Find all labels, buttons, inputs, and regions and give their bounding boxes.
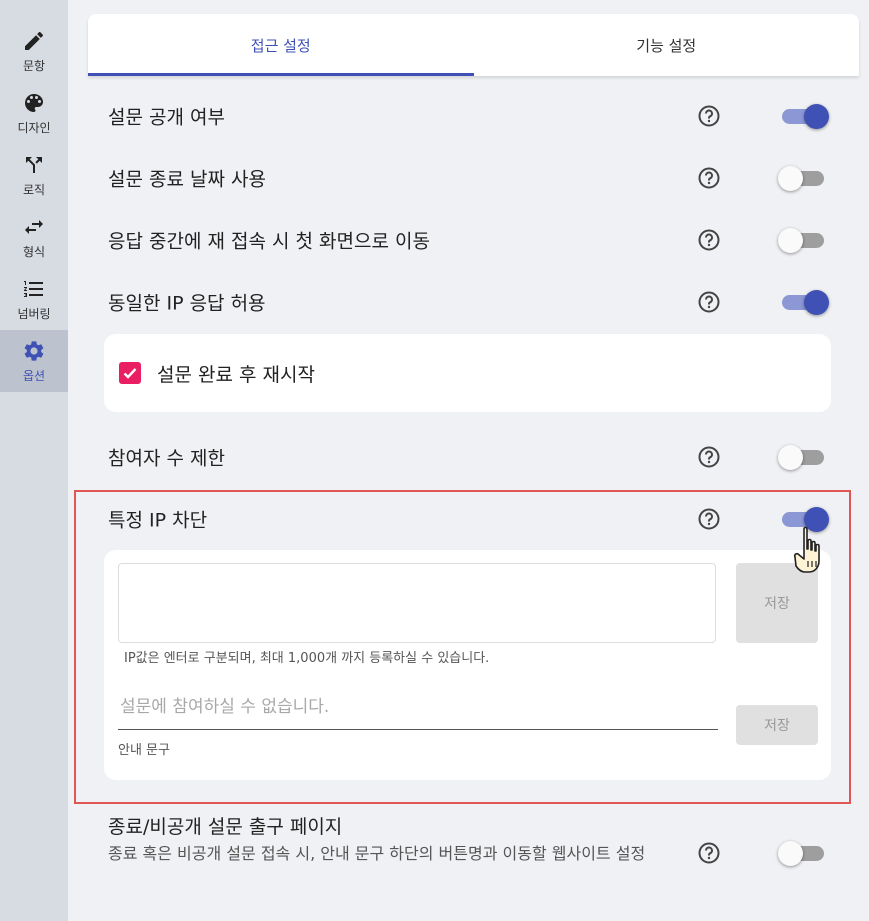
numbered-list-icon — [21, 276, 47, 302]
help-icon[interactable] — [698, 508, 720, 530]
setting-row-limit: 참여자 수 제한 — [108, 437, 848, 477]
sidebar-item-label: 옵션 — [22, 369, 46, 383]
reconnect-toggle[interactable] — [778, 227, 828, 253]
sidebar-item-design[interactable]: 디자인 — [0, 82, 68, 144]
sidebar-item-label: 형식 — [22, 245, 46, 259]
setting-label: 응답 중간에 재 접속 시 첫 화면으로 이동 — [108, 230, 430, 253]
hand-pointer-icon — [793, 525, 829, 577]
sidebar-item-label: 넘버링 — [17, 307, 51, 321]
setting-label: 참여자 수 제한 — [108, 447, 225, 470]
help-icon[interactable] — [698, 291, 720, 313]
exit-page-toggle[interactable] — [778, 840, 828, 866]
setting-label: 특정 IP 차단 — [108, 509, 208, 532]
exit-page-description: 종료 혹은 비공개 설문 접속 시, 안내 문구 하단의 버튼명과 이동할 웹사… — [108, 844, 646, 863]
sidebar-item-options[interactable]: 옵션 — [0, 330, 68, 392]
setting-label: 설문 공개 여부 — [108, 106, 225, 129]
notice-helper-text: 안내 문구 — [118, 743, 170, 758]
palette-icon — [21, 90, 47, 116]
same-ip-toggle[interactable] — [780, 289, 829, 315]
help-icon[interactable] — [698, 105, 720, 127]
ip-textarea[interactable] — [118, 563, 716, 643]
main-content: 접근 설정 기능 설정 설문 공개 여부 설문 종료 날짜 사용 응답 중간에 … — [68, 0, 869, 921]
public-toggle[interactable] — [780, 103, 829, 129]
tab-feature-settings[interactable]: 기능 설정 — [474, 14, 860, 76]
help-icon[interactable] — [698, 842, 720, 864]
tab-bar: 접근 설정 기능 설정 — [88, 14, 859, 76]
restart-label: 설문 완료 후 재시작 — [157, 364, 315, 386]
exit-page-title: 종료/비공개 설문 출구 페이지 — [108, 816, 343, 838]
setting-row-public: 설문 공개 여부 — [108, 96, 848, 136]
setting-label: 설문 종료 날짜 사용 — [108, 168, 266, 191]
notice-save-button[interactable]: 저장 — [736, 705, 818, 745]
sidebar-item-logic[interactable]: 로직 — [0, 144, 68, 206]
sidebar-item-label: 디자인 — [17, 121, 51, 135]
sidebar-item-question[interactable]: 문항 — [0, 20, 68, 82]
end-date-toggle[interactable] — [778, 165, 828, 191]
restart-checkbox[interactable] — [119, 362, 141, 384]
setting-label: 동일한 IP 응답 허용 — [108, 292, 266, 315]
sidebar-item-label: 문항 — [22, 59, 46, 73]
gear-icon — [21, 338, 47, 364]
help-icon[interactable] — [698, 446, 720, 468]
restart-panel: 설문 완료 후 재시작 — [104, 334, 831, 412]
fork-arrow-icon — [21, 152, 47, 178]
setting-row-block-ip: 특정 IP 차단 — [108, 499, 848, 539]
setting-row-same-ip: 동일한 IP 응답 허용 — [108, 282, 848, 322]
setting-row-end-date: 설문 종료 날짜 사용 — [108, 158, 848, 198]
limit-toggle[interactable] — [778, 444, 828, 470]
notice-input[interactable] — [118, 690, 718, 730]
setting-row-reconnect: 응답 중간에 재 접속 시 첫 화면으로 이동 — [108, 220, 848, 260]
check-icon — [123, 368, 137, 379]
sidebar: 문항 디자인 로직 형식 넘버링 옵션 — [0, 0, 68, 921]
tab-access-settings[interactable]: 접근 설정 — [88, 14, 474, 76]
sidebar-item-numbering[interactable]: 넘버링 — [0, 268, 68, 330]
sidebar-item-label: 로직 — [22, 183, 46, 197]
sidebar-item-format[interactable]: 형식 — [0, 206, 68, 268]
pencil-icon — [21, 28, 47, 54]
swap-arrows-icon — [21, 214, 47, 240]
ip-helper-text: IP값은 엔터로 구분되며, 최대 1,000개 까지 등록하실 수 있습니다. — [124, 651, 490, 666]
help-icon[interactable] — [698, 167, 720, 189]
help-icon[interactable] — [698, 229, 720, 251]
